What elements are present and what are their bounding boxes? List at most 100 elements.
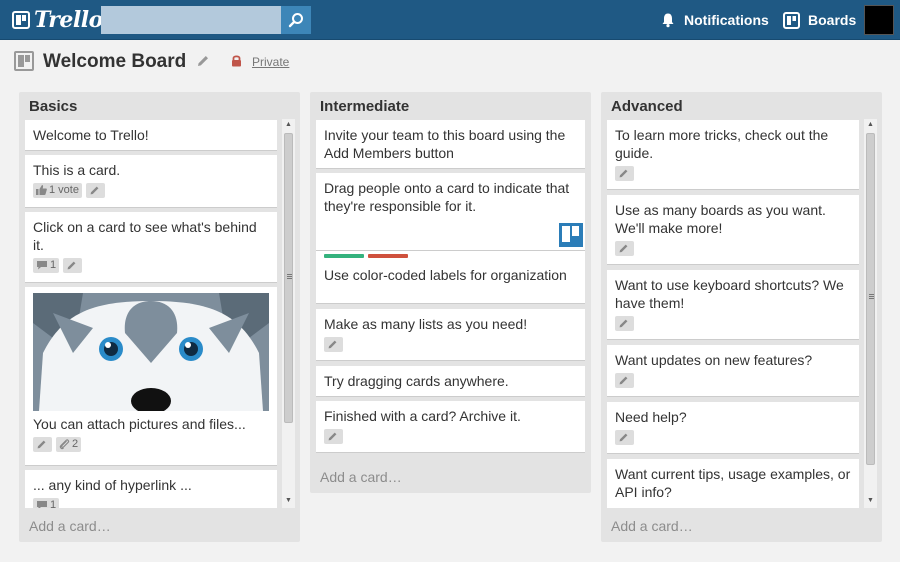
list-card[interactable]: Use as many boards as you want. We'll ma… xyxy=(607,195,859,265)
card-title: Use as many boards as you want. We'll ma… xyxy=(615,202,826,236)
pencil-icon xyxy=(67,261,76,269)
card-title: Want updates on new features? xyxy=(615,352,813,368)
thumbs-up-icon xyxy=(36,185,47,195)
app-header: Trello Notifications Boards xyxy=(0,0,900,40)
card-title: Want current tips, usage examples, or AP… xyxy=(615,466,851,500)
pencil-icon xyxy=(328,432,337,440)
edit-card-button[interactable] xyxy=(324,336,343,352)
scroll-thumb[interactable] xyxy=(866,133,875,465)
list-card[interactable]: Drag people onto a card to indicate that… xyxy=(316,173,585,251)
list-card[interactable]: Want updates on new features? xyxy=(607,345,859,397)
comment-count: 1 xyxy=(50,499,57,508)
list-basics: Basics Welcome to Trello! This is a card… xyxy=(19,92,300,542)
edit-card-button[interactable] xyxy=(324,428,343,444)
card-title: You can attach pictures and files... xyxy=(33,416,246,432)
list-card[interactable]: ... any kind of hyperlink ... 1 xyxy=(25,470,277,508)
add-card-link[interactable]: Add a card… xyxy=(320,469,402,485)
boards-button[interactable]: Boards xyxy=(783,0,856,40)
scroll-thumb[interactable] xyxy=(284,133,293,423)
edit-card-button[interactable] xyxy=(615,165,634,181)
attachment-badge: 2 xyxy=(56,436,82,452)
list-card[interactable]: Want to use keyboard shortcuts? We have … xyxy=(607,270,859,340)
card-title: Invite your team to this board using the… xyxy=(324,127,566,161)
attachment-count: 2 xyxy=(72,438,79,450)
pencil-icon xyxy=(619,319,628,327)
edit-card-button[interactable] xyxy=(615,240,634,256)
card-title: To learn more tricks, check out the guid… xyxy=(615,127,829,161)
edit-board-pencil-icon[interactable] xyxy=(196,54,210,68)
boards-label: Boards xyxy=(808,12,857,28)
comment-icon xyxy=(37,501,47,508)
card-title: Use color-coded labels for organization xyxy=(324,267,567,283)
card-title: Make as many lists as you need! xyxy=(324,316,528,332)
card-title: Finished with a card? Archive it. xyxy=(324,408,521,424)
list-scrollbar[interactable]: ▲ ▼ xyxy=(864,119,877,508)
list-title[interactable]: Advanced xyxy=(611,98,683,115)
comment-count: 1 xyxy=(50,259,57,271)
edit-card-button[interactable] xyxy=(615,315,634,331)
card-container: Invite your team to this board using the… xyxy=(316,120,585,453)
edit-card-button[interactable] xyxy=(33,436,52,452)
list-card[interactable]: Want current tips, usage examples, or AP… xyxy=(607,459,859,508)
list-card[interactable]: Welcome to Trello! xyxy=(25,120,277,151)
list-intermediate: Intermediate Invite your team to this bo… xyxy=(310,92,591,493)
board-icon xyxy=(14,51,34,71)
add-card-link[interactable]: Add a card… xyxy=(29,518,111,534)
edit-card-button[interactable] xyxy=(85,182,105,198)
list-advanced: Advanced To learn more tricks, check out… xyxy=(601,92,882,542)
card-title: Try dragging cards anywhere. xyxy=(324,373,509,389)
edit-card-button[interactable] xyxy=(615,429,634,445)
pencil-icon xyxy=(619,244,628,252)
edit-card-button[interactable] xyxy=(63,257,83,273)
comment-icon xyxy=(37,261,47,270)
logo-text: Trello xyxy=(34,7,103,33)
card-title: Drag people onto a card to indicate that… xyxy=(324,180,570,214)
scroll-up-arrow[interactable]: ▲ xyxy=(282,119,295,131)
list-card[interactable]: Make as many lists as you need! xyxy=(316,309,585,361)
search-input[interactable] xyxy=(101,6,281,34)
paperclip-icon xyxy=(59,438,70,449)
husky-illustration xyxy=(33,293,269,411)
card-container: Welcome to Trello! This is a card. 1 vot… xyxy=(25,120,277,508)
user-avatar[interactable] xyxy=(864,5,894,35)
comment-badge: 1 xyxy=(33,497,60,508)
edit-card-button[interactable] xyxy=(615,372,634,388)
list-card[interactable]: You can attach pictures and files... 2 xyxy=(25,287,277,466)
list-card[interactable]: Need help? xyxy=(607,402,859,454)
pencil-icon xyxy=(90,186,99,194)
trello-logo-icon xyxy=(12,11,30,29)
list-card[interactable]: Use color-coded labels for organization xyxy=(316,251,585,304)
member-avatar[interactable] xyxy=(557,221,585,249)
bell-icon xyxy=(662,13,674,28)
add-card-link[interactable]: Add a card… xyxy=(611,518,693,534)
list-title[interactable]: Intermediate xyxy=(320,98,409,115)
board-visibility-link[interactable]: Private xyxy=(252,55,289,69)
trello-logo[interactable]: Trello xyxy=(12,7,103,33)
vote-badge: 1 vote xyxy=(33,182,82,198)
scroll-down-arrow[interactable]: ▼ xyxy=(864,495,877,507)
board-title[interactable]: Welcome Board xyxy=(43,51,186,73)
notifications-label: Notifications xyxy=(684,12,769,28)
list-card[interactable]: This is a card. 1 vote xyxy=(25,155,277,208)
pencil-icon xyxy=(619,169,628,177)
boards-icon xyxy=(783,11,800,29)
lock-icon xyxy=(232,55,241,67)
scroll-down-arrow[interactable]: ▼ xyxy=(282,495,295,507)
pencil-icon xyxy=(619,376,628,384)
label-green xyxy=(324,254,364,258)
list-card[interactable]: Click on a card to see what's behind it.… xyxy=(25,212,277,283)
card-title: ... any kind of hyperlink ... xyxy=(33,477,192,493)
scroll-up-arrow[interactable]: ▲ xyxy=(864,119,877,131)
list-card[interactable]: Invite your team to this board using the… xyxy=(316,120,585,169)
list-card[interactable]: Try dragging cards anywhere. xyxy=(316,366,585,397)
pencil-icon xyxy=(328,340,337,348)
list-scrollbar[interactable]: ▲ ▼ xyxy=(282,119,295,508)
label-red xyxy=(368,254,408,258)
search-icon xyxy=(288,13,303,28)
list-title[interactable]: Basics xyxy=(29,98,77,115)
search-button[interactable] xyxy=(281,6,311,34)
notifications-button[interactable]: Notifications xyxy=(660,0,769,40)
list-card[interactable]: Finished with a card? Archive it. xyxy=(316,401,585,453)
comment-badge: 1 xyxy=(33,257,60,273)
list-card[interactable]: To learn more tricks, check out the guid… xyxy=(607,120,859,190)
